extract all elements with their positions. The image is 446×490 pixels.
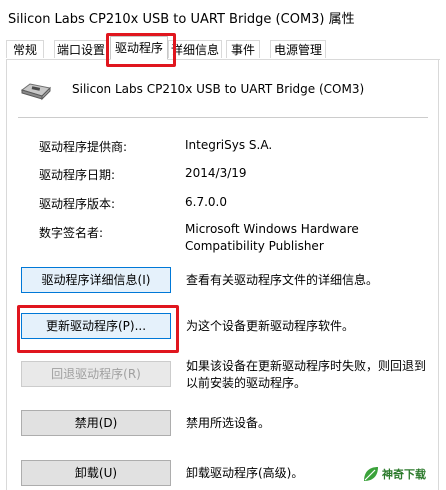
window-title: Silicon Labs CP210x USB to UART Bridge (… xyxy=(8,12,355,27)
driver-details-button[interactable]: 驱动程序详细信息(I) xyxy=(21,267,171,293)
label-driver-date: 驱动程序日期: xyxy=(39,168,116,182)
update-driver-desc: 为这个设备更新驱动程序软件。 xyxy=(186,319,355,333)
tab-general[interactable]: 常规 xyxy=(6,40,44,58)
label-driver-version: 驱动程序版本: xyxy=(39,197,116,211)
uninstall-driver-desc: 卸载驱动程序(高级)。 xyxy=(186,466,304,480)
device-name: Silicon Labs CP210x USB to UART Bridge (… xyxy=(72,82,365,96)
separator xyxy=(18,117,428,118)
tab-port-settings[interactable]: 端口设置 xyxy=(54,40,108,58)
driver-details-desc: 查看有关驱动程序文件的详细信息。 xyxy=(186,273,379,287)
label-driver-provider: 驱动程序提供商: xyxy=(39,140,128,154)
rollback-driver-desc-line2: 以前安装的驱动程序。 xyxy=(186,376,307,390)
uninstall-driver-button[interactable]: 卸载(U) xyxy=(21,460,171,486)
usb-serial-device-icon xyxy=(20,83,52,101)
value-driver-version: 6.7.0.0 xyxy=(185,195,227,209)
watermark-text: 神奇下载 xyxy=(382,468,426,481)
watermark-leaf-icon xyxy=(364,467,378,481)
title-bar: Silicon Labs CP210x USB to UART Bridge (… xyxy=(0,0,446,34)
disable-device-desc: 禁用所选设备。 xyxy=(186,416,271,430)
label-digital-signer: 数字签名者: xyxy=(39,226,104,240)
value-digital-signer-line2: Compatibility Publisher xyxy=(185,239,324,253)
tab-details[interactable]: 详细信息 xyxy=(168,40,222,58)
update-driver-button[interactable]: 更新驱动程序(P)... xyxy=(21,313,171,339)
value-digital-signer-line1: Microsoft Windows Hardware xyxy=(185,222,359,236)
tab-power-management[interactable]: 电源管理 xyxy=(270,40,326,58)
rollback-driver-desc-line1: 如果该设备在更新驱动程序时失败，则回退到 xyxy=(186,359,427,373)
tab-events[interactable]: 事件 xyxy=(226,40,260,58)
tab-strip: 常规 端口设置 驱动程序 详细信息 事件 电源管理 xyxy=(0,34,446,60)
value-driver-provider: IntegriSys S.A. xyxy=(185,138,273,152)
disable-device-button[interactable]: 禁用(D) xyxy=(21,410,171,436)
tab-driver[interactable]: 驱动程序 xyxy=(110,36,168,60)
rollback-driver-button[interactable]: 回退驱动程序(R) xyxy=(21,361,171,387)
watermark-logo: 神奇下载 xyxy=(362,462,444,486)
value-driver-date: 2014/3/19 xyxy=(185,166,247,180)
